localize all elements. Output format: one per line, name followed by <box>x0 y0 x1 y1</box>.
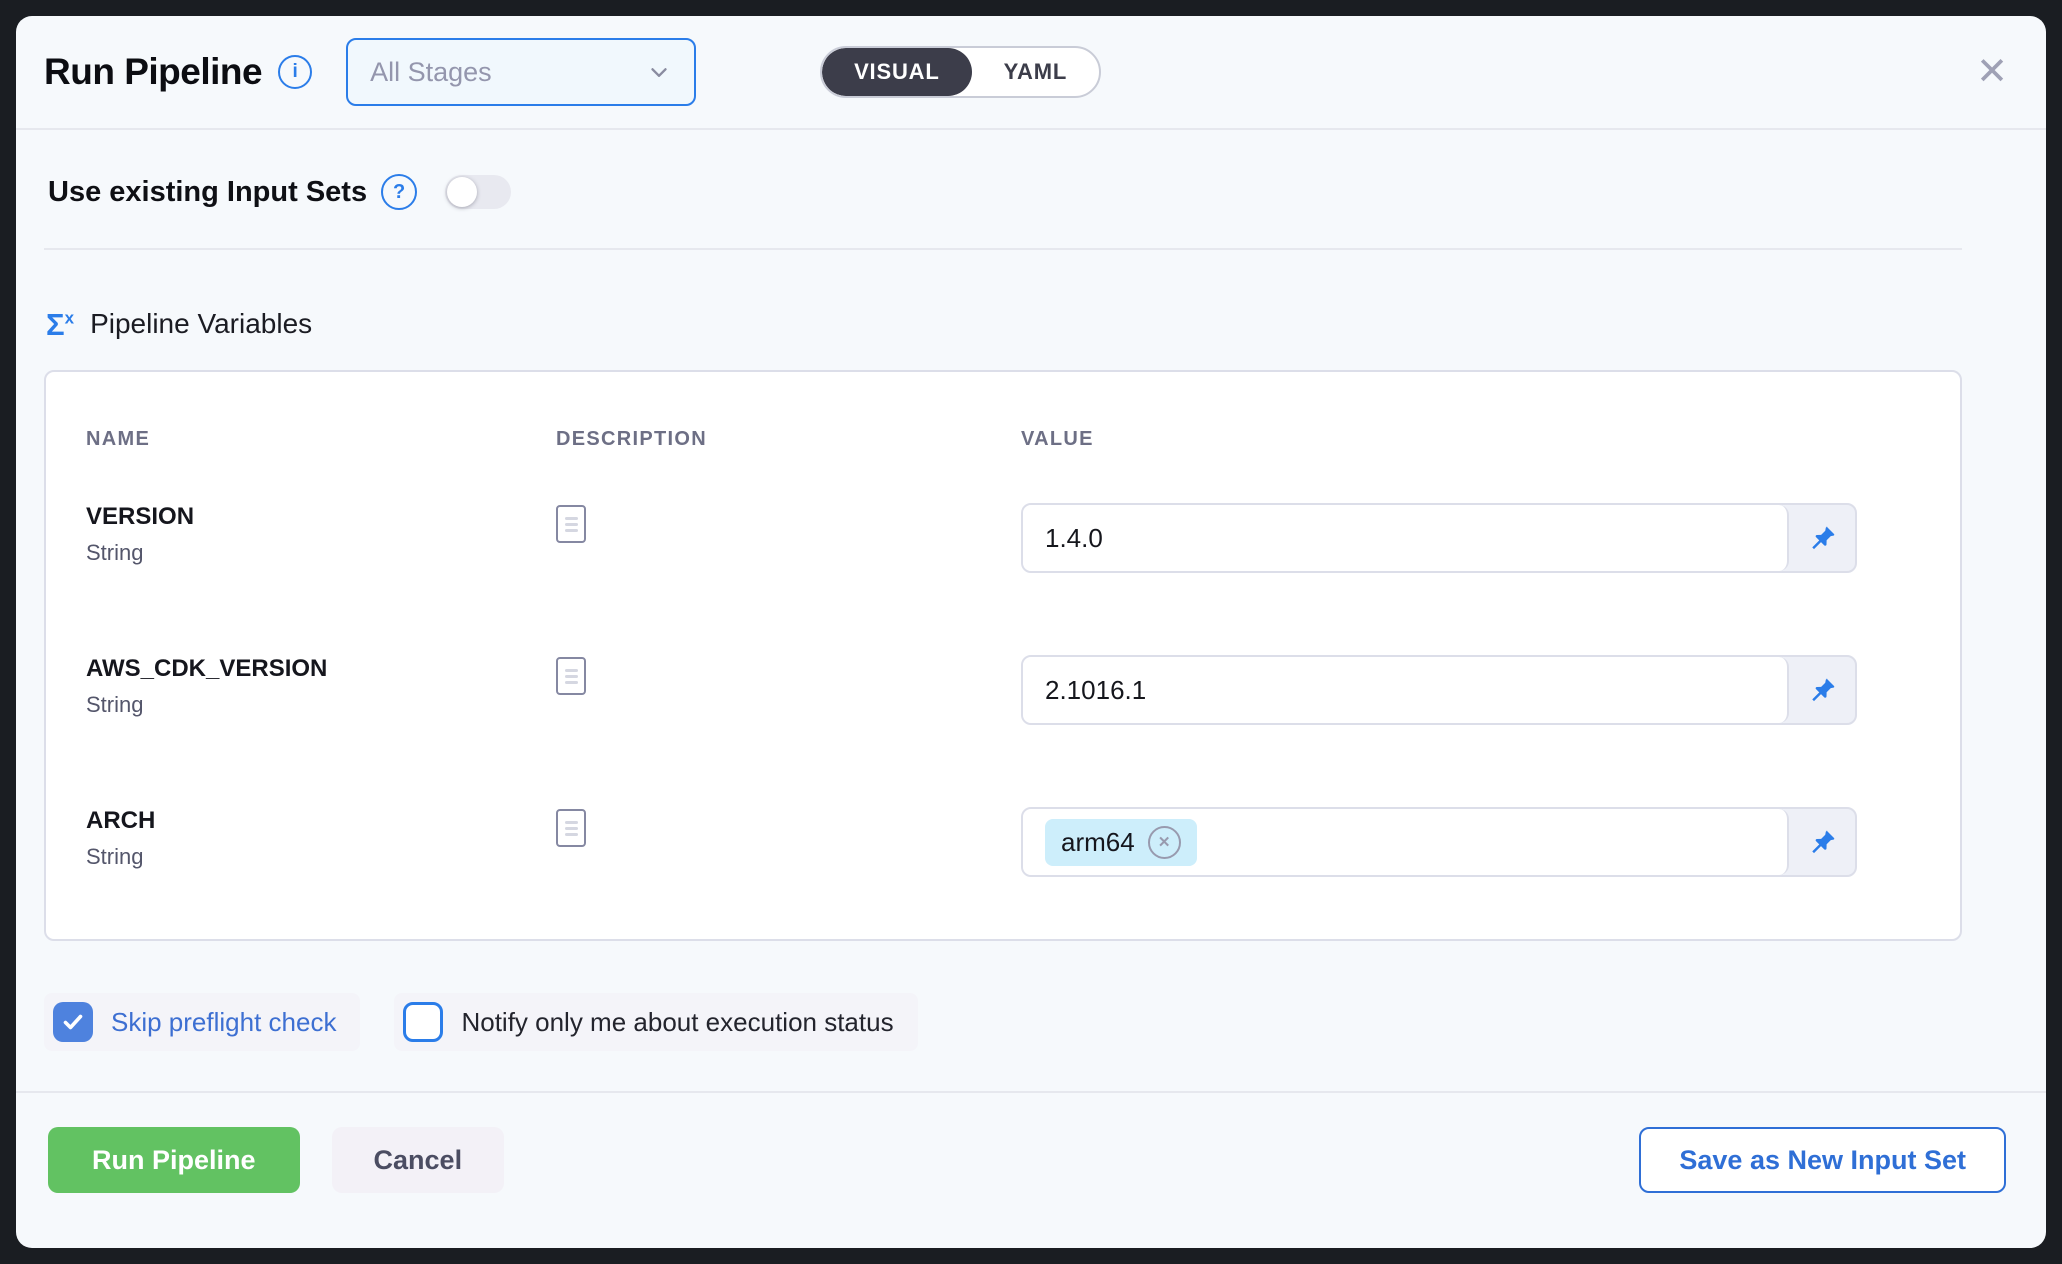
tag-remove-icon[interactable]: ✕ <box>1148 826 1181 859</box>
notify-only-me-label: Notify only me about execution status <box>461 1007 893 1038</box>
info-icon[interactable]: i <box>278 55 312 89</box>
input-sets-toggle[interactable] <box>445 175 511 209</box>
value-input-group: 1.4.0 <box>1021 503 1857 573</box>
variable-description-cell <box>556 807 1021 847</box>
notify-only-me-option[interactable]: Notify only me about execution status <box>394 993 917 1051</box>
input-sets-section: Use existing Input Sets ? <box>48 174 2046 210</box>
chevron-down-icon <box>646 59 672 85</box>
variables-card: NAME DESCRIPTION VALUE VERSION String 1 <box>44 370 1962 941</box>
column-header-description: DESCRIPTION <box>556 428 1021 451</box>
execution-options: Skip preflight check Notify only me abou… <box>44 993 2046 1051</box>
help-icon[interactable]: ? <box>381 174 417 210</box>
variable-name: ARCH <box>86 807 556 835</box>
variables-table-header: NAME DESCRIPTION VALUE <box>86 428 1920 451</box>
table-row-aws-cdk-version: AWS_CDK_VERSION String 2.1016.1 <box>86 655 1920 725</box>
close-icon[interactable]: ✕ <box>1972 49 2012 95</box>
stage-select-value: All Stages <box>370 57 492 88</box>
variable-name-cell: AWS_CDK_VERSION String <box>86 655 556 718</box>
variable-description-cell <box>556 503 1021 543</box>
pin-icon[interactable] <box>1789 505 1855 571</box>
variable-description-cell <box>556 655 1021 695</box>
variables-sigma-icon: Σx <box>46 309 74 340</box>
run-pipeline-button[interactable]: Run Pipeline <box>48 1127 300 1193</box>
pipeline-variables-title: Pipeline Variables <box>90 308 312 340</box>
page-title: Run Pipeline <box>44 51 262 93</box>
pin-icon[interactable] <box>1789 657 1855 723</box>
run-pipeline-modal: Run Pipeline i All Stages VISUAL YAML ✕ … <box>16 16 2046 1248</box>
variable-value-cell: 1.4.0 <box>1021 503 1920 573</box>
pin-icon[interactable] <box>1789 809 1855 875</box>
table-row-version: VERSION String 1.4.0 <box>86 503 1920 573</box>
variable-value-cell: 2.1016.1 <box>1021 655 1920 725</box>
aws-cdk-version-value-input[interactable]: 2.1016.1 <box>1023 657 1789 723</box>
tag-label: arm64 <box>1061 827 1135 858</box>
arch-value-input[interactable]: arm64 ✕ <box>1023 809 1789 875</box>
toggle-knob <box>447 177 477 207</box>
pipeline-variables-header: Σx Pipeline Variables <box>46 308 2046 340</box>
save-as-new-input-set-button[interactable]: Save as New Input Set <box>1639 1127 2006 1193</box>
variable-name-cell: ARCH String <box>86 807 556 870</box>
variable-type: String <box>86 692 556 718</box>
column-header-value: VALUE <box>1021 428 1920 451</box>
table-row-arch: ARCH String arm64 ✕ <box>86 807 1920 877</box>
skip-preflight-label: Skip preflight check <box>111 1007 336 1038</box>
variable-name: VERSION <box>86 503 556 531</box>
arm64-tag: arm64 ✕ <box>1045 819 1197 866</box>
visual-yaml-toggle: VISUAL YAML <box>820 46 1101 98</box>
variable-name: AWS_CDK_VERSION <box>86 655 556 683</box>
checkbox-unchecked-icon[interactable] <box>403 1002 443 1042</box>
tab-yaml[interactable]: YAML <box>972 48 1100 96</box>
version-value-input[interactable]: 1.4.0 <box>1023 505 1789 571</box>
screen-backdrop: Run Pipeline i All Stages VISUAL YAML ✕ … <box>0 0 2062 1264</box>
cancel-button[interactable]: Cancel <box>332 1127 505 1193</box>
variable-type: String <box>86 844 556 870</box>
description-note-icon <box>556 657 586 695</box>
value-input-group: 2.1016.1 <box>1021 655 1857 725</box>
description-note-icon <box>556 505 586 543</box>
column-header-name: NAME <box>86 428 556 451</box>
modal-header: Run Pipeline i All Stages VISUAL YAML ✕ <box>16 16 2046 130</box>
checkbox-checked-icon[interactable] <box>53 1002 93 1042</box>
section-divider <box>44 248 1962 250</box>
variable-value-cell: arm64 ✕ <box>1021 807 1920 877</box>
variable-type: String <box>86 540 556 566</box>
variable-name-cell: VERSION String <box>86 503 556 566</box>
stage-select-dropdown[interactable]: All Stages <box>346 38 696 106</box>
modal-footer: Run Pipeline Cancel Save as New Input Se… <box>16 1093 2046 1193</box>
tab-visual[interactable]: VISUAL <box>822 48 971 96</box>
value-input-group: arm64 ✕ <box>1021 807 1857 877</box>
input-sets-label: Use existing Input Sets <box>48 176 367 209</box>
description-note-icon <box>556 809 586 847</box>
skip-preflight-option[interactable]: Skip preflight check <box>44 993 360 1051</box>
